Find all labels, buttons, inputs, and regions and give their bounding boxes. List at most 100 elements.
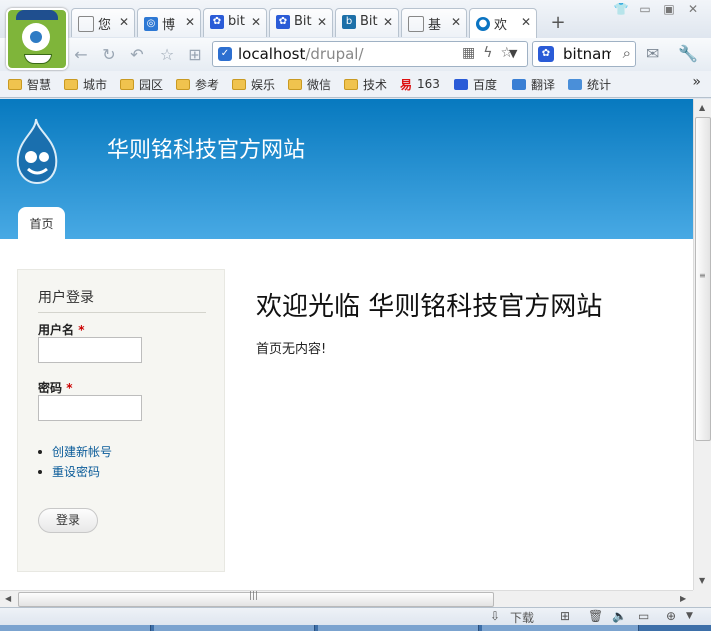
bookmark-link[interactable]: 百度: [454, 76, 497, 93]
bookmark-folder[interactable]: 参考: [176, 76, 219, 93]
search-icon[interactable]: ⌕: [623, 44, 631, 62]
page-icon: [78, 15, 94, 32]
taskbar-item[interactable]: [482, 625, 639, 631]
bookmarks-bar: 智慧 城市 园区 参考 娱乐 微信 技术 易 163 百度 翻译 统计 »: [0, 71, 711, 98]
search-input[interactable]: bitnam: [563, 45, 611, 63]
url-host: localhost: [238, 45, 306, 63]
login-button[interactable]: 登录: [38, 508, 98, 533]
create-account-link[interactable]: 创建新帐号: [38, 442, 112, 462]
bookmark-label: 微信: [307, 78, 332, 92]
bookmark-label: 163: [417, 77, 440, 91]
url-path: /drupal/: [305, 45, 364, 63]
minimize-icon[interactable]: ▭: [633, 2, 657, 16]
volume-icon[interactable]: 🔈: [612, 609, 627, 623]
restore-icon[interactable]: ▣: [657, 2, 681, 16]
bookmark-folder[interactable]: 娱乐: [232, 76, 275, 93]
folder-icon: [8, 79, 22, 90]
close-icon[interactable]: ✕: [317, 15, 327, 29]
favorite-star-icon[interactable]: ☆: [156, 44, 178, 66]
bookmark-link[interactable]: 易 163: [400, 76, 440, 93]
bookmark-label: 翻译: [531, 78, 556, 92]
close-icon[interactable]: ✕: [251, 15, 261, 29]
browser-tab[interactable]: 基 ✕: [401, 8, 467, 37]
back-icon[interactable]: ←: [70, 44, 92, 66]
bookmark-link[interactable]: 统计: [568, 76, 611, 93]
taskbar-item[interactable]: [154, 625, 315, 631]
browser-tab[interactable]: ✿ Bit ✕: [269, 8, 333, 37]
site-name[interactable]: 华则铭科技官方网站: [107, 132, 305, 164]
horizontal-scroll-thumb[interactable]: |||: [18, 591, 494, 607]
browser-tab-active[interactable]: ● 欢 ✕: [469, 8, 537, 38]
apps-grid-icon[interactable]: ⊞: [184, 44, 206, 66]
password-input[interactable]: [38, 395, 142, 421]
refresh-icon[interactable]: ↻: [98, 44, 120, 66]
scroll-up-arrow-icon[interactable]: ▲: [699, 103, 705, 112]
taskbar-item[interactable]: [0, 625, 151, 631]
search-box[interactable]: ✿ bitnam ⌕: [532, 41, 636, 67]
user-avatar[interactable]: [6, 8, 68, 70]
close-icon[interactable]: ✕: [119, 15, 129, 29]
dropdown-arrow-icon[interactable]: ▼: [509, 47, 517, 60]
download-icon[interactable]: ⇩: [490, 609, 500, 623]
screen-icon[interactable]: ▭: [638, 609, 649, 623]
bookmark-folder[interactable]: 城市: [64, 76, 107, 93]
bookmark-label: 娱乐: [251, 78, 276, 92]
close-window-icon[interactable]: ✕: [681, 2, 705, 16]
reset-password-link[interactable]: 重设密码: [38, 462, 112, 482]
bookmark-label: 参考: [195, 78, 220, 92]
zoom-icon[interactable]: ⊕: [666, 609, 676, 623]
bookmark-link[interactable]: 翻译: [512, 76, 555, 93]
stats-icon: [568, 79, 582, 90]
url-text[interactable]: localhost/drupal/: [238, 45, 364, 63]
close-icon[interactable]: ✕: [383, 15, 393, 29]
password-label-text: 密码: [38, 381, 63, 395]
bookmark-folder[interactable]: 智慧: [8, 76, 51, 93]
bookmarks-overflow-chevron-icon[interactable]: »: [692, 74, 701, 90]
bookmark-folder[interactable]: 微信: [288, 76, 331, 93]
browser-tab[interactable]: ◎ 博 ✕: [137, 8, 201, 37]
bookmark-folder[interactable]: 技术: [344, 76, 387, 93]
address-bar[interactable]: ✓ localhost/drupal/ ▦ϟ☆: [212, 41, 528, 67]
settings-wrench-icon[interactable]: 🔧: [678, 44, 698, 63]
horizontal-scrollbar[interactable]: ◀ ||| ▶: [0, 590, 693, 607]
folder-icon: [232, 79, 246, 90]
close-icon[interactable]: ✕: [521, 15, 531, 29]
tab-title: Bit: [360, 14, 378, 29]
trash-icon[interactable]: 🗑: [588, 609, 603, 623]
scroll-right-arrow-icon[interactable]: ▶: [680, 594, 686, 603]
new-tab-button[interactable]: +: [541, 10, 575, 36]
browser-tab[interactable]: ✿ bit ✕: [203, 8, 267, 37]
close-icon[interactable]: ✕: [185, 15, 195, 29]
grip-icon: |||: [249, 591, 259, 601]
taskbar-item[interactable]: [318, 625, 479, 631]
vertical-scrollbar[interactable]: ▲ ≡ ▼: [693, 99, 711, 590]
qr-code-icon[interactable]: ▦: [462, 45, 483, 61]
lightning-icon[interactable]: ϟ: [483, 45, 500, 61]
avatar-mouth: [24, 54, 52, 64]
window-icon[interactable]: ⊞: [560, 609, 570, 623]
required-marker: *: [66, 381, 73, 395]
password-label: 密码 *: [38, 379, 72, 396]
undo-close-icon[interactable]: ↶: [126, 44, 148, 66]
tab-title: Bit: [294, 14, 312, 29]
download-label[interactable]: 下载: [510, 609, 534, 626]
translate-icon: [512, 79, 526, 90]
browser-tab[interactable]: b Bit ✕: [335, 8, 399, 37]
username-input[interactable]: [38, 337, 142, 363]
vertical-scroll-thumb[interactable]: ≡: [695, 117, 711, 441]
close-icon[interactable]: ✕: [451, 15, 461, 29]
browser-tab[interactable]: 您 ✕: [71, 8, 135, 37]
scroll-down-arrow-icon[interactable]: ▼: [699, 576, 705, 585]
username-label: 用户名 *: [38, 321, 84, 338]
drupal-icon: ●: [476, 16, 490, 31]
baidu-paw-icon[interactable]: ✿: [538, 46, 554, 62]
mail-icon[interactable]: ✉: [646, 44, 659, 63]
scroll-left-arrow-icon[interactable]: ◀: [5, 594, 11, 603]
page-viewport: 华则铭科技官方网站 首页 用户登录 用户名 * 密码 * 创建新帐号 重设密码 …: [0, 99, 693, 590]
zoom-dropdown-icon[interactable]: ▼: [686, 611, 693, 621]
bookmark-folder[interactable]: 园区: [120, 76, 163, 93]
bookmark-label: 城市: [83, 78, 108, 92]
drupal-logo-icon[interactable]: [14, 117, 60, 185]
skin-icon[interactable]: 👕: [609, 2, 633, 16]
nav-tab-home[interactable]: 首页: [18, 207, 65, 239]
